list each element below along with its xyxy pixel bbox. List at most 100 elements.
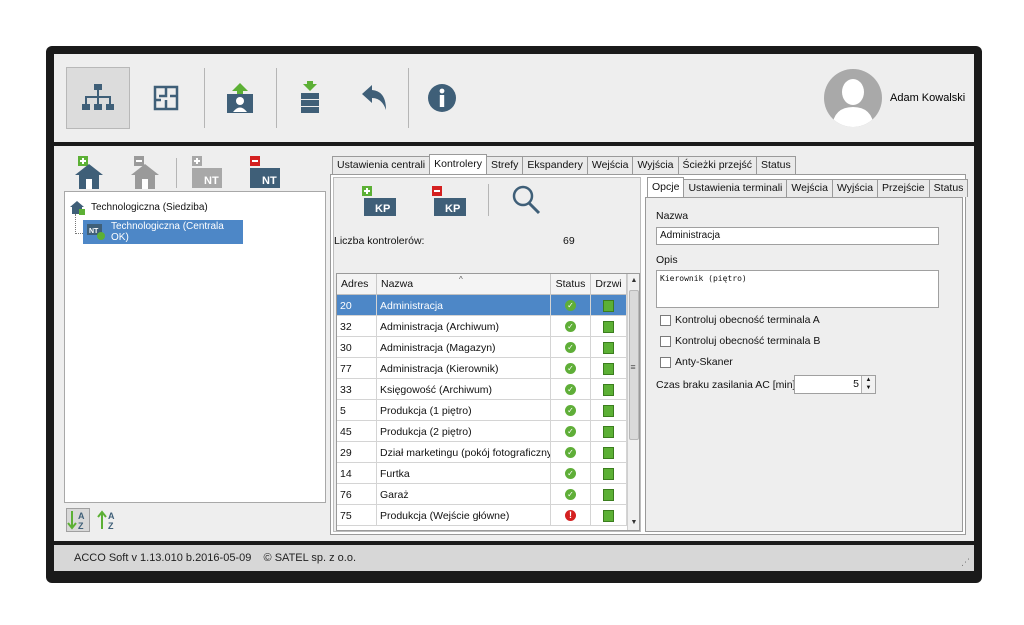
tab-kontrolery[interactable]: Kontrolery	[429, 154, 487, 174]
opis-textarea[interactable]: Kierownik (piętro)	[656, 270, 939, 308]
remove-object-button[interactable]	[128, 156, 162, 190]
add-kp-button[interactable]: KP	[362, 186, 398, 218]
scroll-up-icon[interactable]: ▲	[628, 274, 639, 288]
status-error-icon: !	[565, 510, 576, 521]
tab-wejscia[interactable]: Wejścia	[586, 156, 634, 174]
table-row[interactable]: 75 Produkcja (Wejście główne)!	[337, 505, 627, 526]
table-row[interactable]: 76 Garaż ✓	[337, 484, 627, 505]
nazwa-input[interactable]: Administracja	[656, 227, 939, 245]
tab-ustawienia-terminali[interactable]: Ustawienia terminali	[683, 179, 788, 197]
column-header-drzwi[interactable]: Drzwi	[591, 274, 627, 295]
floor-plan-button[interactable]	[134, 67, 198, 129]
stepper-up-icon[interactable]: ▲	[862, 376, 875, 384]
cell-nazwa: Dział marketingu (pokój fotograficzny)	[377, 442, 551, 463]
cell-adres: 14	[337, 463, 377, 484]
tab-opcje[interactable]: Opcje	[647, 177, 685, 197]
database-upload-button[interactable]	[278, 67, 342, 129]
tab-ekspandery[interactable]: Ekspandery	[522, 156, 588, 174]
status-ok-icon: ✓	[565, 342, 576, 353]
tab-detail-wyjscia[interactable]: Wyjścia	[831, 179, 879, 197]
tab-ustawienia-centrali[interactable]: Ustawienia centrali	[332, 156, 431, 174]
table-scrollbar[interactable]: ▲ ≡ ▼	[627, 274, 639, 530]
table-header: Adres ^ Nazwa Status Drzwi	[337, 274, 627, 295]
cell-status: ✓	[551, 421, 591, 442]
remove-nt-button[interactable]: NT	[248, 156, 282, 190]
table-row[interactable]: 77 Administracja (Kierownik) ✓	[337, 358, 627, 379]
cell-nazwa: Furtka	[377, 463, 551, 484]
kontrolery-panel: KP KP Liczba kontrolerów: 69 Adres ^ Naz…	[330, 174, 969, 535]
cell-status: ✓	[551, 316, 591, 337]
remove-kp-button[interactable]: KP	[432, 186, 468, 218]
network-structure-button[interactable]	[66, 67, 130, 129]
controllers-table[interactable]: Adres ^ Nazwa Status Drzwi 20 Administrac…	[336, 273, 640, 531]
checkbox-anty-skaner[interactable]	[660, 356, 671, 368]
sort-descending-button[interactable]: A Z	[96, 508, 120, 532]
toolbar-separator	[488, 184, 489, 216]
detail-tabs: Opcje Ustawienia terminali Wejścia Wyjśc…	[647, 177, 969, 197]
checkbox-terminal-a[interactable]	[660, 314, 671, 326]
svg-text:A: A	[78, 511, 85, 521]
tab-wyjscia[interactable]: Wyjścia	[632, 156, 679, 174]
sort-toolbar: A Z A Z	[66, 508, 126, 532]
column-header-adres[interactable]: Adres	[337, 274, 377, 295]
info-button[interactable]	[410, 67, 474, 129]
add-nt-button[interactable]: NT	[190, 156, 224, 190]
controllers-count-label: Liczba kontrolerów:	[334, 235, 425, 247]
tab-detail-wejscia[interactable]: Wejścia	[786, 179, 833, 197]
door-icon	[603, 467, 614, 480]
undo-button[interactable]	[342, 67, 406, 129]
tab-detail-status[interactable]: Status	[928, 179, 969, 197]
ac-power-stepper[interactable]: 5 ▲ ▼	[794, 375, 876, 394]
checkbox-anty-skaner-row[interactable]: Anty-Skaner	[660, 356, 733, 368]
object-tree[interactable]: Technologiczna (Siedziba) NT Technologic…	[64, 191, 326, 503]
door-icon	[603, 383, 614, 396]
tab-przejscie[interactable]: Przejście	[877, 179, 930, 197]
avatar[interactable]	[824, 69, 882, 127]
table-row[interactable]: 30 Administracja (Magazyn) ✓	[337, 337, 627, 358]
cell-adres: 29	[337, 442, 377, 463]
svg-text:NT: NT	[89, 228, 99, 235]
tree-root-node[interactable]: Technologiczna (Siedziba)	[69, 198, 208, 216]
checkbox-terminal-b-row[interactable]: Kontroluj obecność terminala B	[660, 335, 820, 347]
scroll-down-icon[interactable]: ▼	[628, 516, 639, 530]
search-button[interactable]	[510, 184, 546, 216]
cell-nazwa: Garaż	[377, 484, 551, 505]
sort-ascending-button[interactable]: A Z	[66, 508, 90, 532]
tree-child-label: Technologiczna (Centrala OK)	[111, 221, 224, 243]
version-text: ACCO Soft v 1.13.010 b.2016-05-09 © SATE…	[74, 552, 357, 564]
tree-child-node[interactable]: NT Technologiczna (Centrala OK)	[83, 220, 243, 244]
add-house-icon	[75, 156, 103, 189]
column-header-status[interactable]: Status	[551, 274, 591, 295]
svg-text:Z: Z	[108, 521, 114, 531]
svg-text:KP: KP	[375, 203, 390, 215]
table-row[interactable]: 45 Produkcja (2 piętro) ✓	[337, 421, 627, 442]
remove-kp-icon: KP	[432, 186, 466, 216]
table-row[interactable]: 5 Produkcja (1 piętro) ✓	[337, 400, 627, 421]
column-header-nazwa[interactable]: ^ Nazwa	[377, 274, 551, 295]
cell-drzwi	[591, 421, 627, 442]
table-row[interactable]: 33 Księgowość (Archiwum) ✓	[337, 379, 627, 400]
house-icon	[70, 201, 85, 215]
cell-nazwa: Administracja (Kierownik)	[377, 358, 551, 379]
table-row[interactable]: 14 Furtka ✓	[337, 463, 627, 484]
stepper-down-icon[interactable]: ▼	[862, 384, 875, 392]
table-row[interactable]: 20 Administracja ✓	[337, 295, 627, 316]
tab-status[interactable]: Status	[755, 156, 796, 174]
cell-drzwi	[591, 379, 627, 400]
tab-strefy[interactable]: Strefy	[485, 156, 524, 174]
add-object-button[interactable]	[72, 156, 106, 190]
tab-sciezki-przejsc[interactable]: Ścieżki przejść	[677, 156, 757, 174]
checkbox-terminal-b[interactable]	[660, 335, 671, 347]
upload-user-button[interactable]	[208, 67, 272, 129]
table-row[interactable]: 29 Dział marketingu (pokój fotograficzny)…	[337, 442, 627, 463]
cell-adres: 30	[337, 337, 377, 358]
object-toolbar: NT NT	[72, 156, 322, 190]
resize-grip-icon[interactable]: ⋰	[961, 557, 970, 568]
stepper-buttons[interactable]: ▲ ▼	[861, 376, 875, 393]
cell-status: ✓	[551, 295, 591, 316]
checkbox-terminal-a-row[interactable]: Kontroluj obecność terminala A	[660, 314, 820, 326]
cell-drzwi	[591, 442, 627, 463]
status-ok-icon: ✓	[565, 426, 576, 437]
column-header-nazwa-label: Nazwa	[381, 278, 414, 290]
table-row[interactable]: 32 Administracja (Archiwum) ✓	[337, 316, 627, 337]
